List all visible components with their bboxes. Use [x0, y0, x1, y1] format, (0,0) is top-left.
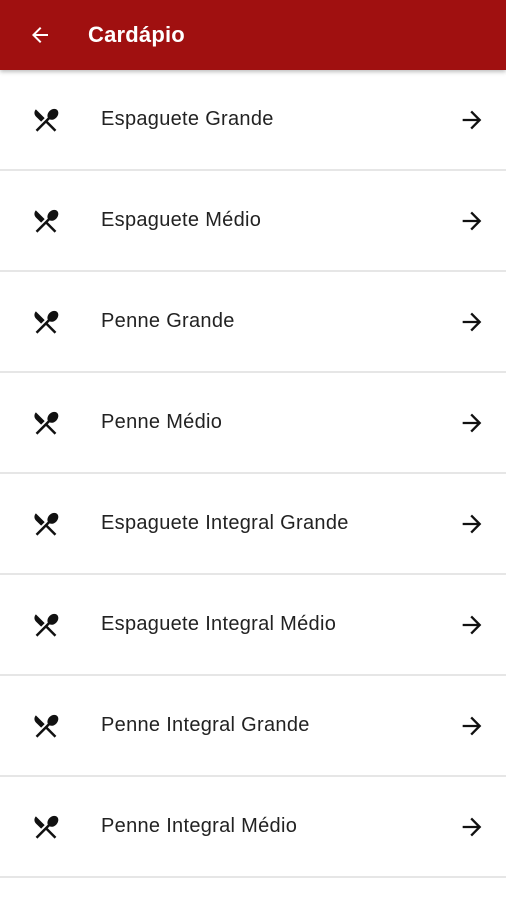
arrow-right-icon	[452, 807, 492, 847]
list-item-label: Penne Integral Médio	[101, 815, 298, 837]
restaurant-icon	[26, 706, 66, 746]
arrow-right-icon	[452, 201, 492, 241]
list-item[interactable]: Espaguete Integral Grande	[0, 474, 506, 575]
list-item[interactable]: Penne Integral Médio	[0, 777, 506, 878]
list-item[interactable]: Espaguete Integral Médio	[0, 575, 506, 676]
list-item-label: Espaguete Médio	[101, 209, 262, 231]
list-item[interactable]: Penne Médio	[0, 373, 506, 474]
arrow-right-icon	[452, 706, 492, 746]
menu-list: Espaguete Grande Espaguete Médio Penne G…	[0, 70, 506, 878]
list-item-label: Espaguete Grande	[101, 108, 274, 130]
restaurant-icon	[26, 807, 66, 847]
back-button[interactable]	[20, 15, 60, 55]
arrow-right-icon	[452, 605, 492, 645]
arrow-right-icon	[452, 302, 492, 342]
list-item-label: Penne Grande	[101, 310, 235, 332]
list-item[interactable]: Espaguete Grande	[0, 70, 506, 171]
page-title: Cardápio	[88, 22, 185, 47]
restaurant-icon	[26, 302, 66, 342]
list-item-label: Espaguete Integral Grande	[101, 512, 349, 534]
list-item-label: Penne Integral Grande	[101, 714, 310, 736]
restaurant-icon	[26, 201, 66, 241]
arrow-left-icon	[32, 27, 48, 43]
arrow-right-icon	[452, 403, 492, 443]
restaurant-icon	[26, 605, 66, 645]
app-bar: Cardápio	[0, 0, 506, 70]
list-item[interactable]: Espaguete Médio	[0, 171, 506, 272]
restaurant-icon	[26, 100, 66, 140]
arrow-right-icon	[452, 504, 492, 544]
list-item-label: Penne Médio	[101, 411, 223, 433]
list-item[interactable]: Penne Integral Grande	[0, 676, 506, 777]
restaurant-icon	[26, 504, 66, 544]
arrow-right-icon	[452, 100, 492, 140]
restaurant-icon	[26, 403, 66, 443]
list-item[interactable]: Penne Grande	[0, 272, 506, 373]
list-item-label: Espaguete Integral Médio	[101, 613, 337, 635]
